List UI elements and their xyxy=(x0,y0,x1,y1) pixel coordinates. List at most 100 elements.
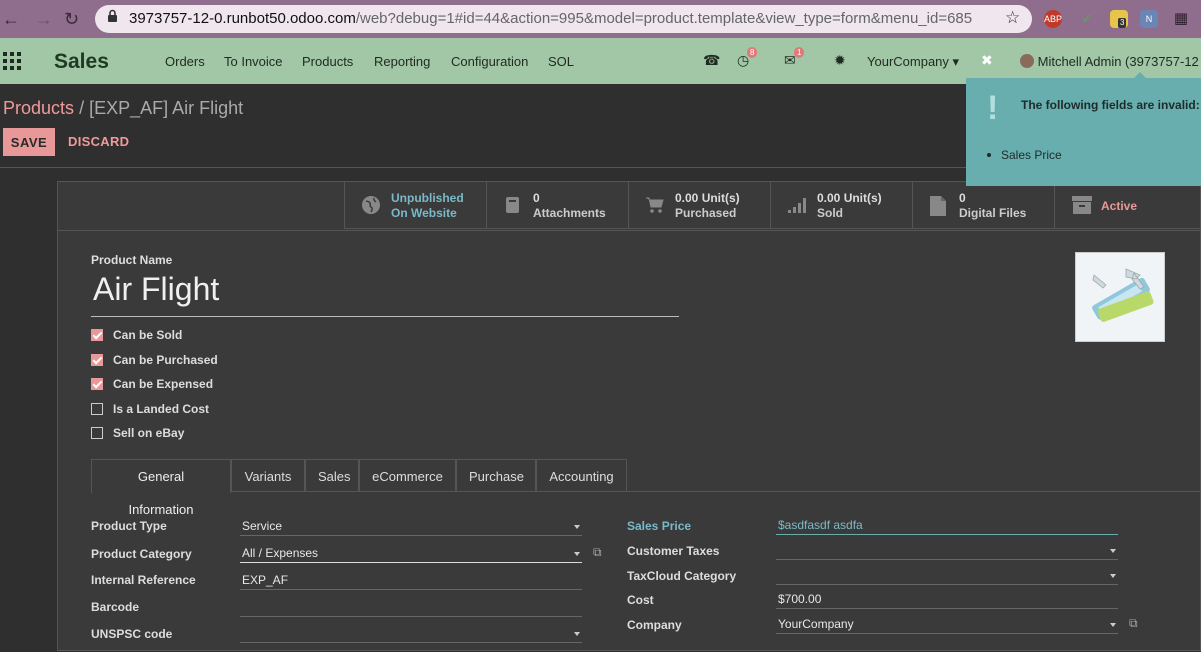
discard-button[interactable]: DISCARD xyxy=(68,134,129,149)
reload-icon[interactable]: ↻ xyxy=(64,9,79,30)
tools-icon[interactable]: ✖ xyxy=(981,52,993,69)
chevron-down-icon xyxy=(1110,623,1116,627)
product-name-label: Product Name xyxy=(91,253,173,267)
tab-ecommerce[interactable]: eCommerce xyxy=(359,459,456,492)
user-menu[interactable]: Mitchell Admin (3973757-12 xyxy=(1020,54,1199,69)
menu-sol[interactable]: SOL xyxy=(548,54,574,69)
product-type-value: Service xyxy=(242,519,283,533)
taxcloud-category-label: TaxCloud Category xyxy=(627,569,737,583)
external-link-icon[interactable]: ⧉ xyxy=(1129,616,1138,631)
checkbox-label: Can be Sold xyxy=(113,328,183,342)
unspsc-code-select[interactable] xyxy=(240,623,582,643)
sales-price-input[interactable]: $asdfasdf asdfa xyxy=(776,515,1118,535)
company-name: YourCompany xyxy=(867,54,949,69)
phone-icon[interactable]: ☎ xyxy=(703,52,720,69)
cost-input[interactable]: $700.00 xyxy=(776,589,1118,609)
save-button[interactable]: SAVE xyxy=(3,128,55,156)
menu-reporting[interactable]: Reporting xyxy=(374,54,430,69)
external-link-icon[interactable]: ⧉ xyxy=(593,545,602,560)
cart-icon xyxy=(645,195,665,221)
breadcrumb-parent[interactable]: Products xyxy=(3,98,74,118)
menu-configuration[interactable]: Configuration xyxy=(451,54,528,69)
chevron-down-icon xyxy=(574,632,580,636)
invalid-fields-notification[interactable]: ! The following fields are invalid: Sale… xyxy=(966,72,1201,186)
company-switcher[interactable]: YourCompany ▾ xyxy=(867,54,959,70)
tab-variants[interactable]: Variants xyxy=(231,459,305,492)
checkbox-icon[interactable] xyxy=(91,403,103,415)
signal-icon xyxy=(787,195,809,221)
checkbox-can-be-expensed[interactable]: Can be Expensed xyxy=(91,377,213,391)
product-name-input[interactable]: Air Flight xyxy=(91,271,679,317)
checkbox-landed-cost[interactable]: Is a Landed Cost xyxy=(91,402,209,416)
checkbox-label: Can be Expensed xyxy=(113,377,214,391)
checkbox-can-be-purchased[interactable]: Can be Purchased xyxy=(91,353,218,367)
internal-reference-label: Internal Reference xyxy=(91,573,196,587)
tab-purchase[interactable]: Purchase xyxy=(456,459,536,492)
activity-count-badge: 8 xyxy=(747,47,758,58)
digital-files-button[interactable]: 0 Digital Files xyxy=(912,182,1054,229)
archive-toggle-button[interactable]: Active xyxy=(1054,182,1201,229)
extension-badge: 3 xyxy=(1118,18,1127,28)
product-category-select[interactable]: All / Expenses xyxy=(240,543,582,563)
apps-menu-icon[interactable] xyxy=(3,52,21,70)
active-status: Active xyxy=(1101,199,1138,213)
tab-accounting[interactable]: Accounting xyxy=(536,459,627,492)
checkbox-icon[interactable] xyxy=(91,354,103,366)
exclamation-icon: ! xyxy=(987,89,999,127)
company-label: Company xyxy=(627,618,682,632)
message-count-badge: 1 xyxy=(794,47,805,58)
messages-icon[interactable]: ✉ 1 xyxy=(784,47,805,69)
extension-n-icon[interactable]: N xyxy=(1140,10,1158,28)
globe-icon xyxy=(361,195,381,221)
product-category-value: All / Expenses xyxy=(242,546,319,560)
checkbox-label: Sell on eBay xyxy=(113,426,185,440)
product-type-label: Product Type xyxy=(91,519,167,533)
forward-icon[interactable]: → xyxy=(35,9,53,30)
breadcrumb-separator: / xyxy=(79,98,85,118)
back-icon[interactable]: ← xyxy=(2,9,20,30)
customer-taxes-select[interactable] xyxy=(776,540,1118,560)
website-publish-button[interactable]: Unpublished On Website xyxy=(344,182,486,229)
product-image[interactable] xyxy=(1075,252,1165,342)
menu-orders[interactable]: Orders xyxy=(165,54,205,69)
taxcloud-category-select[interactable] xyxy=(776,565,1118,585)
checkbox-label: Is a Landed Cost xyxy=(113,402,210,416)
book-icon xyxy=(503,195,523,221)
product-type-select[interactable]: Service xyxy=(240,516,582,536)
bookmark-star-icon[interactable]: ☆ xyxy=(1005,8,1020,28)
attachments-count: 0 xyxy=(533,191,540,205)
avatar xyxy=(1020,54,1034,68)
sales-price-label: Sales Price xyxy=(627,519,692,533)
tab-sales[interactable]: Sales xyxy=(305,459,359,492)
form-sheet: Unpublished On Website 0 Attachments 0.0… xyxy=(57,181,1201,651)
unspsc-code-label: UNSPSC code xyxy=(91,627,173,641)
barcode-input[interactable] xyxy=(240,597,582,617)
app-name[interactable]: Sales xyxy=(54,50,109,74)
company-select[interactable]: YourCompany xyxy=(776,614,1118,634)
menu-products[interactable]: Products xyxy=(302,54,353,69)
adblock-icon[interactable]: ABP xyxy=(1044,10,1062,28)
url-path: /web?debug=1#id=44&action=995&model=prod… xyxy=(355,10,973,27)
checkbox-icon[interactable] xyxy=(91,427,103,439)
checkbox-icon[interactable] xyxy=(91,378,103,390)
extension-leaf-icon[interactable]: ✓ xyxy=(1078,10,1096,28)
checkbox-icon[interactable] xyxy=(91,329,103,341)
debug-bug-icon[interactable]: ✹ xyxy=(834,52,846,69)
tab-general-information[interactable]: General Information xyxy=(91,459,231,517)
checkbox-can-be-sold[interactable]: Can be Sold xyxy=(91,328,182,342)
menu-to-invoice[interactable]: To Invoice xyxy=(224,54,283,69)
internal-reference-input[interactable]: EXP_AF xyxy=(240,570,582,590)
extension-notes-icon[interactable]: 3 xyxy=(1110,10,1128,28)
extensions-puzzle-icon[interactable]: ▦ xyxy=(1172,10,1190,28)
attachments-label: Attachments xyxy=(533,206,606,220)
user-name: Mitchell Admin (3973757-12 xyxy=(1037,54,1199,69)
digital-files-count: 0 xyxy=(959,191,966,205)
customer-taxes-label: Customer Taxes xyxy=(627,544,720,558)
activity-clock-icon[interactable]: ◷ 8 xyxy=(737,47,758,69)
sold-button[interactable]: 0.00 Unit(s) Sold xyxy=(770,182,912,229)
attachments-button[interactable]: 0 Attachments xyxy=(486,182,628,229)
purchased-button[interactable]: 0.00 Unit(s) Purchased xyxy=(628,182,770,229)
address-bar[interactable]: 3973757-12-0.runbot50.odoo.com/web?debug… xyxy=(95,5,1032,33)
checkbox-sell-on-ebay[interactable]: Sell on eBay xyxy=(91,426,184,440)
company-value: YourCompany xyxy=(778,617,854,631)
